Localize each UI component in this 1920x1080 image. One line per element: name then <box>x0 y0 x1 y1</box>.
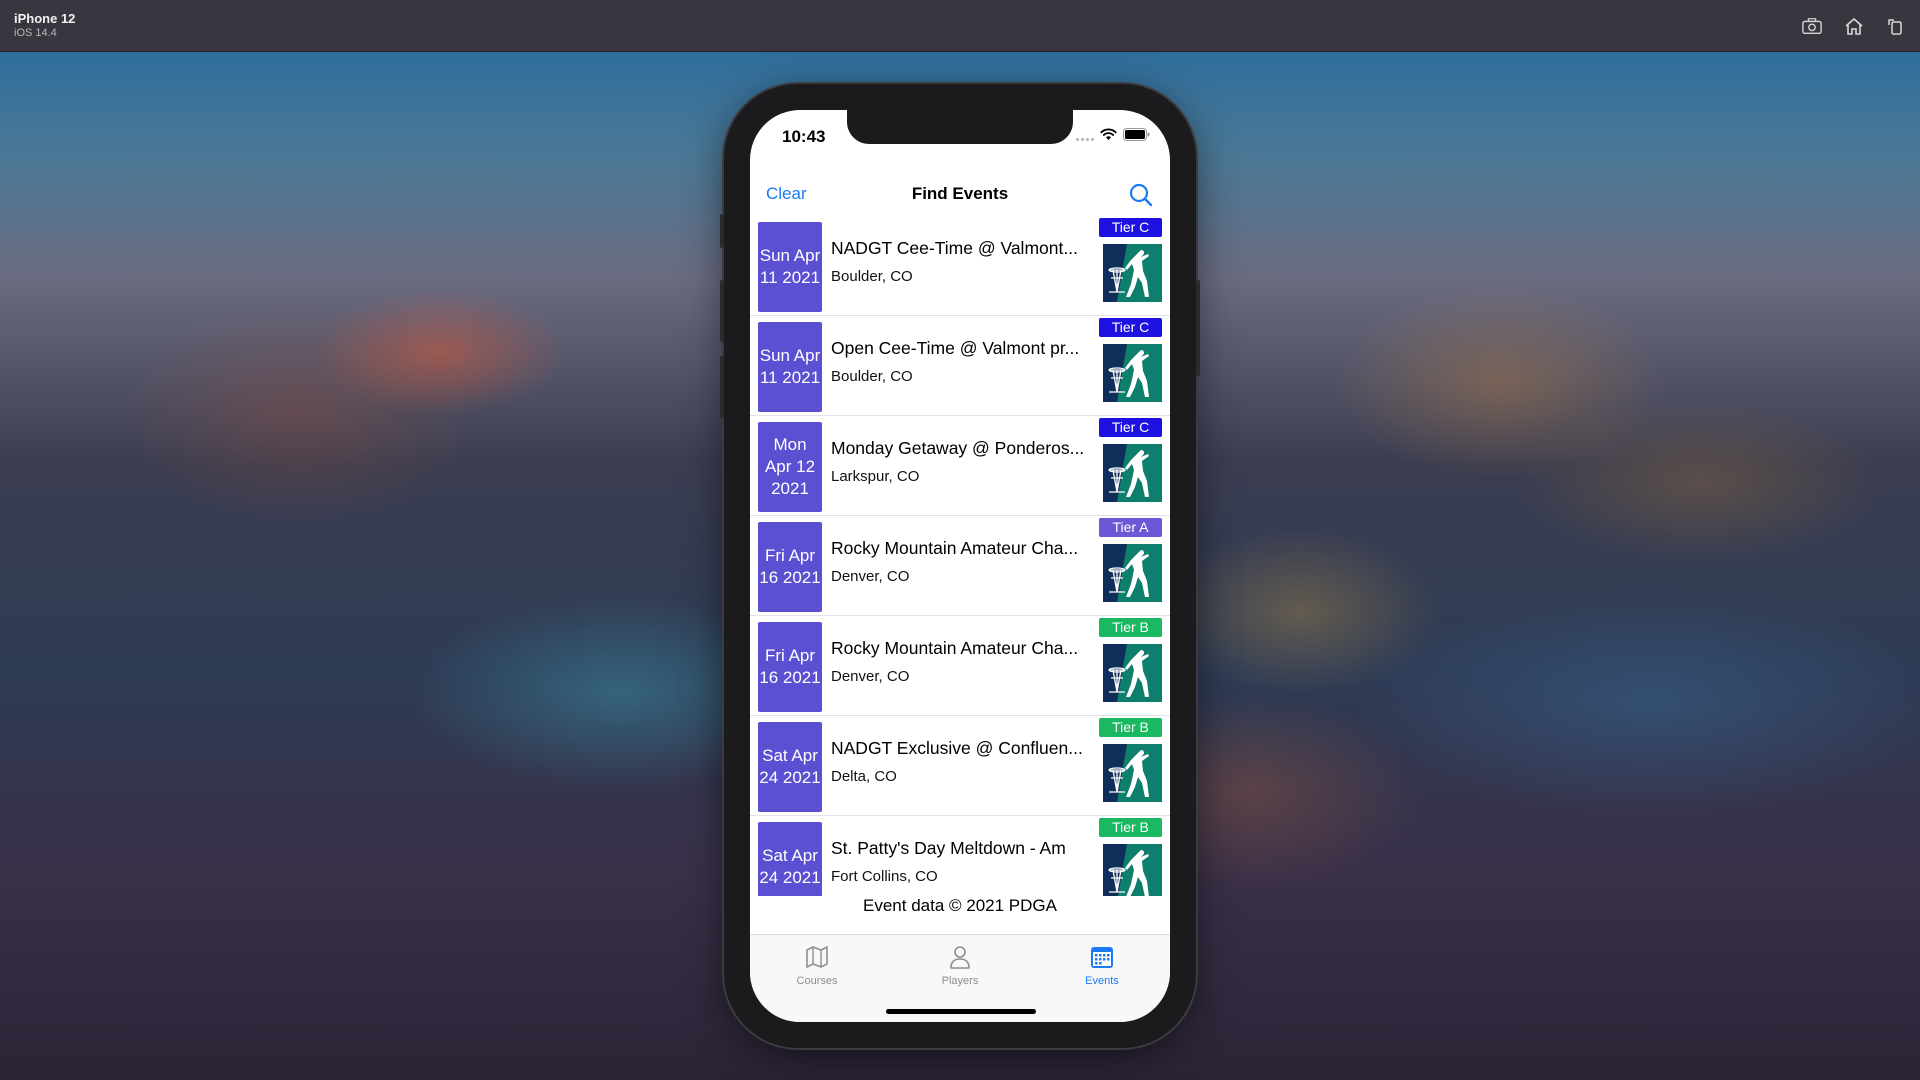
event-location: Fort Collins, CO <box>831 868 938 885</box>
event-row[interactable]: Fri Apr 16 2021 Rocky Mountain Amateur C… <box>750 516 1170 616</box>
pdga-logo-icon <box>1103 344 1162 402</box>
screenshot-icon[interactable] <box>1802 16 1822 36</box>
tab-players[interactable]: Players <box>910 943 1010 987</box>
event-date-tile: Sun Apr 11 2021 <box>758 222 822 312</box>
wifi-icon <box>1100 128 1117 140</box>
navigation-bar: Clear Find Events <box>750 172 1170 216</box>
pdga-logo-icon <box>1103 444 1162 502</box>
event-name: Rocky Mountain Amateur Cha... <box>831 538 1079 558</box>
tier-badge: Tier C <box>1099 418 1162 437</box>
event-row[interactable]: Fri Apr 16 2021 Rocky Mountain Amateur C… <box>750 616 1170 716</box>
person-icon <box>950 946 970 969</box>
events-list[interactable]: Sun Apr 11 2021 NADGT Cee-Time @ Valmont… <box>750 216 1170 896</box>
phone-screen: 10:43 Clear Find Events Sun Apr 11 2021 … <box>750 110 1170 1022</box>
status-icons <box>1076 128 1150 141</box>
event-location: Boulder, CO <box>831 268 913 285</box>
event-location: Larkspur, CO <box>831 468 920 485</box>
event-row[interactable]: Sun Apr 11 2021 Open Cee-Time @ Valmont … <box>750 316 1170 416</box>
event-name: Monday Getaway @ Ponderos... <box>831 438 1085 458</box>
tier-badge: Tier B <box>1099 818 1162 837</box>
event-date: Sat Apr 24 2021 <box>759 746 821 787</box>
volume-down-button[interactable] <box>720 356 724 418</box>
tier-badge: Tier A <box>1099 518 1162 537</box>
cellular-signal-icon <box>1076 129 1094 141</box>
page-title: Find Events <box>911 184 1009 203</box>
data-attribution: Event data © 2021 PDGA <box>863 896 1057 915</box>
rotate-icon[interactable] <box>1886 16 1906 36</box>
event-date: Sun Apr 11 2021 <box>759 346 821 387</box>
pdga-logo-icon <box>1103 544 1162 602</box>
event-row[interactable]: Sun Apr 11 2021 NADGT Cee-Time @ Valmont… <box>750 216 1170 316</box>
power-button[interactable] <box>1196 280 1200 376</box>
tier-badge: Tier C <box>1099 318 1162 337</box>
pdga-logo-icon <box>1103 244 1162 302</box>
event-name: St. Patty's Day Meltdown - Am <box>831 838 1066 858</box>
event-date-tile: Mon Apr 12 2021 <box>758 422 822 512</box>
event-name: NADGT Cee-Time @ Valmont... <box>831 238 1078 258</box>
calendar-icon <box>1091 947 1113 968</box>
search-icon <box>1129 183 1153 207</box>
tab-courses[interactable]: Courses <box>767 943 867 987</box>
tier-badge: Tier C <box>1099 218 1162 237</box>
home-icon[interactable] <box>1844 16 1864 36</box>
event-date-tile: Fri Apr 16 2021 <box>758 522 822 612</box>
event-location: Denver, CO <box>831 568 910 585</box>
status-time: 10:43 <box>782 127 826 146</box>
device-name: iPhone 12 <box>14 11 76 26</box>
event-date-tile: Sat Apr 24 2021 <box>758 822 822 896</box>
simulator-title-bar: iPhone 12 iOS 14.4 <box>0 0 1920 52</box>
pdga-logo-icon <box>1103 744 1162 802</box>
tab-players-label: Players <box>941 975 979 987</box>
volume-up-button[interactable] <box>720 280 724 342</box>
event-name: Open Cee-Time @ Valmont pr... <box>831 338 1080 358</box>
tab-courses-label: Courses <box>796 975 838 987</box>
event-name: Rocky Mountain Amateur Cha... <box>831 638 1079 658</box>
event-name: NADGT Exclusive @ Confluen... <box>831 738 1083 758</box>
event-date: Fri Apr 16 2021 <box>759 546 821 587</box>
tab-bar: Courses Players Events <box>750 934 1170 1022</box>
event-location: Delta, CO <box>831 768 897 785</box>
search-button[interactable] <box>1128 182 1154 208</box>
event-location: Boulder, CO <box>831 368 913 385</box>
tier-badge: Tier B <box>1099 618 1162 637</box>
event-date: Sat Apr 24 2021 <box>759 846 821 887</box>
event-row[interactable]: Mon Apr 12 2021 Monday Getaway @ Pondero… <box>750 416 1170 516</box>
map-icon <box>806 946 828 968</box>
event-date: Mon Apr 12 2021 <box>764 435 816 498</box>
pdga-logo-icon <box>1103 644 1162 702</box>
battery-icon <box>1123 128 1150 141</box>
event-row[interactable]: Sat Apr 24 2021 St. Patty's Day Meltdown… <box>750 816 1170 896</box>
tab-events-label: Events <box>1085 975 1119 987</box>
simulator-title: iPhone 12 iOS 14.4 <box>14 11 75 40</box>
event-date: Fri Apr 16 2021 <box>759 646 821 687</box>
iphone-device-frame: 10:43 Clear Find Events Sun Apr 11 2021 … <box>720 84 1200 1048</box>
event-row[interactable]: Sat Apr 24 2021 NADGT Exclusive @ Conflu… <box>750 716 1170 816</box>
event-date-tile: Sat Apr 24 2021 <box>758 722 822 812</box>
tier-badge: Tier B <box>1099 718 1162 737</box>
event-location: Denver, CO <box>831 668 910 685</box>
notch <box>847 110 1073 144</box>
pdga-logo-icon <box>1103 844 1162 896</box>
event-date-tile: Fri Apr 16 2021 <box>758 622 822 712</box>
mute-switch[interactable] <box>720 214 724 248</box>
event-date: Sun Apr 11 2021 <box>759 246 821 287</box>
tab-events[interactable]: Events <box>1052 943 1152 987</box>
os-version: iOS 14.4 <box>14 27 57 39</box>
simulator-toolbar <box>1802 16 1906 36</box>
event-date-tile: Sun Apr 11 2021 <box>758 322 822 412</box>
home-indicator[interactable] <box>886 1009 1036 1014</box>
